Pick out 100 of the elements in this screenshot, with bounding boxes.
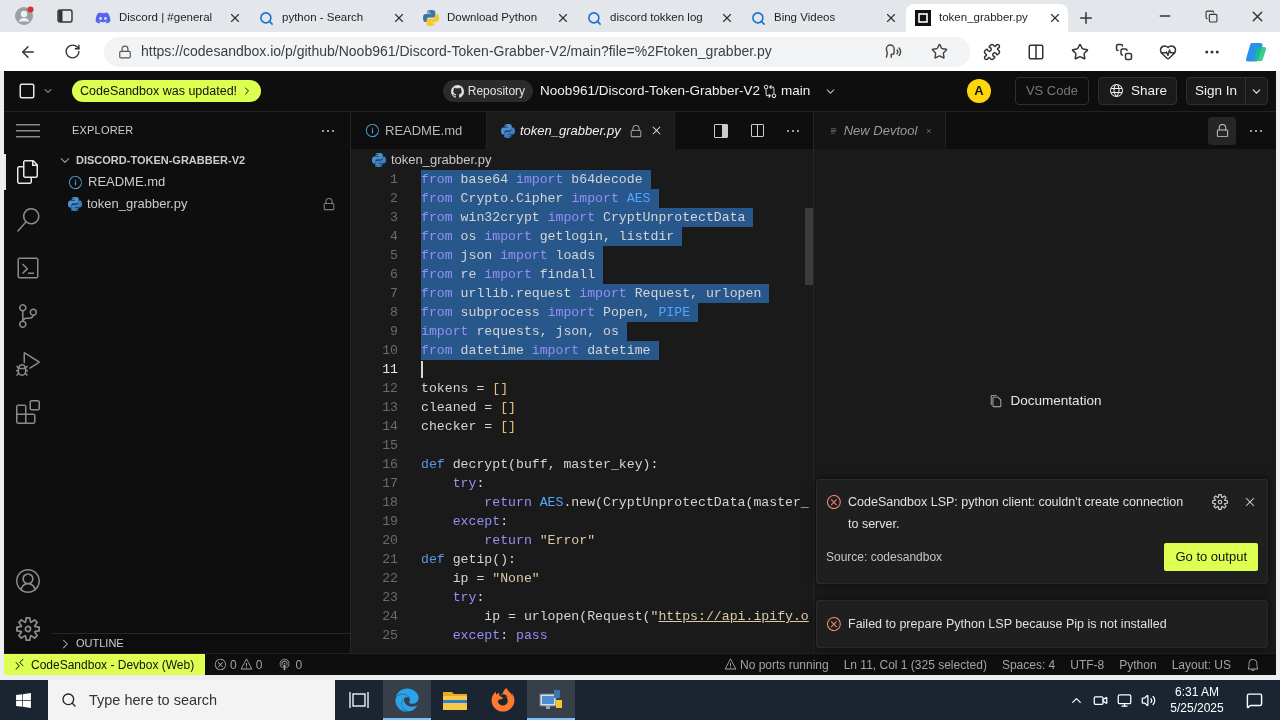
problems-indicator[interactable]: 0 0 xyxy=(211,654,266,675)
lock-icon xyxy=(1214,123,1230,138)
square-menu-icon[interactable] xyxy=(18,82,36,100)
read-aloud-icon[interactable] xyxy=(885,43,902,60)
settings-icon[interactable] xyxy=(16,617,40,641)
installer-icon xyxy=(539,688,563,712)
clock[interactable]: 6:31 AM 5/25/2025 xyxy=(1166,684,1228,716)
close-icon[interactable] xyxy=(884,11,898,25)
sign-in-button[interactable]: Sign In xyxy=(1185,77,1268,105)
profile-avatar-icon[interactable] xyxy=(14,6,34,26)
search-icon[interactable] xyxy=(16,208,40,232)
assistant-logo-icon[interactable] xyxy=(1245,40,1267,63)
status-item[interactable]: No ports running xyxy=(723,655,829,674)
files-icon[interactable] xyxy=(16,160,40,184)
lock-icon[interactable] xyxy=(118,44,132,59)
panel-layout-icon[interactable] xyxy=(713,122,729,139)
browser-tab[interactable]: Download Python xyxy=(414,4,576,32)
search-icon xyxy=(259,10,274,26)
documentation-link[interactable]: Documentation xyxy=(988,390,1102,412)
split-editor-icon[interactable] xyxy=(749,122,765,139)
branch-icon[interactable] xyxy=(16,304,40,328)
play-bug-icon[interactable] xyxy=(16,352,40,376)
close-icon[interactable] xyxy=(1048,11,1062,25)
close-icon[interactable] xyxy=(228,11,242,25)
remote-indicator[interactable]: CodeSandbox - Devbox (Web) xyxy=(4,654,205,675)
branch-selector[interactable]: main xyxy=(762,80,838,102)
volume-icon[interactable] xyxy=(1140,692,1156,708)
extensions-icon[interactable] xyxy=(16,400,40,424)
update-badge[interactable]: CodeSandbox was updated! xyxy=(72,80,262,102)
python-file-icon xyxy=(501,123,515,138)
ports-indicator[interactable]: 0 xyxy=(275,654,306,675)
status-item[interactable]: Ln 11, Col 1 (325 selected) xyxy=(843,655,987,674)
folder-item[interactable]: DISCORD-TOKEN-GRABBER-V2 xyxy=(52,149,350,171)
line-number: 12 xyxy=(381,379,398,398)
line-number: 16 xyxy=(381,455,398,474)
browser-tab[interactable]: token_grabber.py xyxy=(906,4,1068,32)
chat-app-icon xyxy=(95,10,111,26)
restore-icon[interactable] xyxy=(1204,9,1218,23)
editor-tab[interactable]: token_grabber.py xyxy=(487,112,675,149)
settings-icon[interactable] xyxy=(1212,494,1228,510)
refresh-icon[interactable] xyxy=(63,43,81,60)
scrollbar[interactable] xyxy=(805,208,813,285)
tab-actions-icon[interactable] xyxy=(57,8,73,24)
folder-icon xyxy=(443,690,467,710)
code-line: except: xyxy=(451,513,509,531)
taskbar-app[interactable] xyxy=(527,680,575,720)
close-icon[interactable] xyxy=(392,11,406,25)
account-icon[interactable] xyxy=(16,569,40,593)
lock-icon xyxy=(322,197,336,211)
windows-logo-icon[interactable] xyxy=(14,691,32,709)
status-item[interactable]: Python xyxy=(1119,655,1157,674)
taskbar-app[interactable] xyxy=(383,680,431,720)
collections-icon[interactable] xyxy=(1115,42,1133,61)
browser-tab[interactable]: Discord | #general xyxy=(86,4,248,32)
taskbar-search-field[interactable]: Type here to search xyxy=(48,680,335,720)
favorites-icon[interactable] xyxy=(1071,42,1089,61)
line-number: 8 xyxy=(389,303,398,322)
file-item[interactable]: token_grabber.py xyxy=(52,193,350,215)
address-field[interactable]: https://codesandbox.io/p/github/Noob961/Discord-Token-Grabber-V2/main?file=%2Ftoken_grabber.py xyxy=(104,36,970,67)
network-icon[interactable] xyxy=(1116,692,1132,708)
go-to-output-button[interactable]: Go to output xyxy=(1164,543,1258,571)
broadcast-icon xyxy=(278,658,292,671)
line-number: 3 xyxy=(389,208,398,227)
browser-tab[interactable]: python - Search xyxy=(250,4,412,32)
code-line: try: xyxy=(451,475,485,493)
bell-icon[interactable] xyxy=(1246,657,1260,672)
new-tab-icon[interactable] xyxy=(1077,9,1095,27)
branch-icon xyxy=(762,84,777,98)
breadcrumb[interactable]: token_grabber.py xyxy=(391,149,492,170)
line-number: 6 xyxy=(389,265,398,284)
code-line: def decrypt(buff, master_key): xyxy=(421,456,659,474)
browser-tab[interactable]: Bing Videos xyxy=(742,4,904,32)
remote-icon xyxy=(13,658,26,671)
line-number: 5 xyxy=(389,246,398,265)
status-item[interactable]: Layout: US xyxy=(1171,655,1231,674)
lock-button[interactable] xyxy=(1208,116,1236,145)
status-item[interactable]: UTF-8 xyxy=(1070,655,1105,674)
status-item[interactable]: Spaces: 4 xyxy=(1001,655,1056,674)
task-view-icon[interactable] xyxy=(349,691,369,709)
star-icon[interactable] xyxy=(931,43,948,60)
puzzle-icon[interactable] xyxy=(983,42,1001,61)
share-button[interactable]: Share xyxy=(1097,77,1177,105)
outline-section[interactable]: OUTLINE xyxy=(52,633,350,653)
browser-logo-icon xyxy=(395,688,419,712)
close-icon[interactable] xyxy=(556,11,570,25)
notification-icon[interactable] xyxy=(1245,691,1263,709)
close-icon[interactable] xyxy=(720,11,734,25)
search-icon xyxy=(751,10,766,26)
browser-tab[interactable]: discord tokken log xyxy=(578,4,740,32)
terminal-icon[interactable] xyxy=(16,256,40,280)
devtool-tab[interactable]: New Devtool xyxy=(814,112,946,149)
split-screen-icon[interactable] xyxy=(1027,42,1045,61)
repository-button[interactable]: Repository xyxy=(442,80,534,102)
heart-pulse-icon[interactable] xyxy=(1159,42,1177,61)
python-file-icon xyxy=(372,152,386,167)
info-icon xyxy=(68,174,83,190)
user-avatar[interactable]: A xyxy=(966,79,991,103)
error-icon xyxy=(826,616,842,632)
file-item[interactable]: README.md xyxy=(52,171,350,193)
line-number: 21 xyxy=(381,550,398,569)
